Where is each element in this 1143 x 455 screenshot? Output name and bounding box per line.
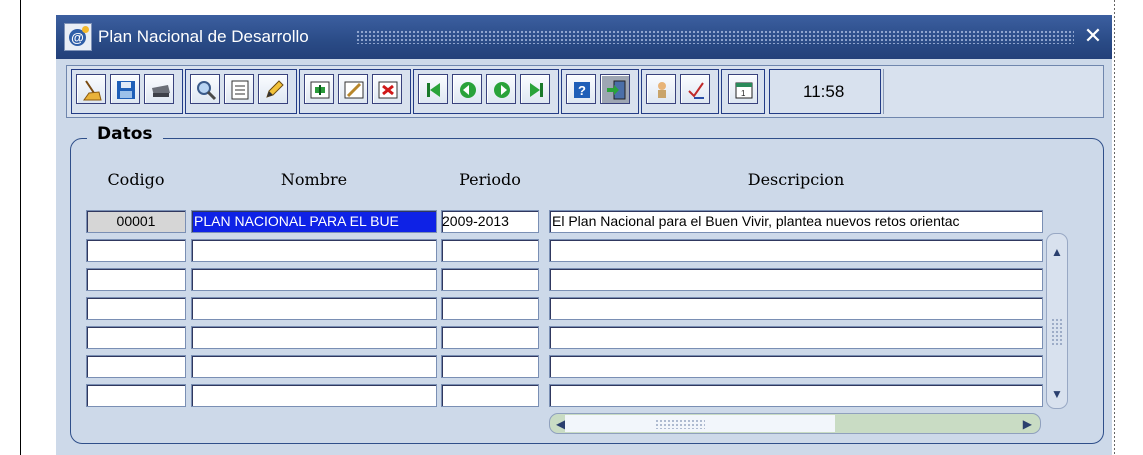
nombre-cell[interactable]	[191, 326, 437, 349]
dotted-divider	[1114, 0, 1115, 455]
descripcion-cell[interactable]	[549, 384, 1043, 407]
descripcion-cell[interactable]	[549, 268, 1043, 291]
person-icon	[658, 82, 666, 98]
last-record-icon	[530, 83, 543, 97]
codigo-cell[interactable]	[86, 355, 186, 378]
scroll-up-icon[interactable]: ▲	[1051, 246, 1063, 258]
edit-button[interactable]	[258, 74, 288, 104]
close-icon[interactable]: ✕	[1080, 23, 1106, 49]
horizontal-scrollbar[interactable]: ◀ ▶	[549, 413, 1041, 434]
clock-time: 11:58	[803, 82, 845, 101]
pencil-icon	[266, 80, 284, 98]
insert-record-button[interactable]	[304, 74, 334, 104]
svg-text:?: ?	[578, 83, 586, 98]
column-header-periodo: Periodo	[459, 170, 521, 189]
nombre-cell[interactable]	[191, 297, 437, 320]
column-header-descripcion: Descripcion	[747, 170, 845, 189]
title-bar[interactable]: @ Plan Nacional de Desarrollo ✕	[56, 15, 1112, 59]
codigo-cell[interactable]	[86, 239, 186, 262]
clear-button[interactable]	[76, 74, 106, 104]
next-record-icon	[494, 82, 510, 98]
codigo-cell[interactable]	[86, 384, 186, 407]
column-header-nombre: Nombre	[280, 170, 348, 189]
last-record-button[interactable]	[520, 74, 550, 104]
toolbar-empty-area	[883, 69, 1101, 114]
window-title: Plan Nacional de Desarrollo	[98, 27, 309, 46]
magnifier-icon	[197, 81, 217, 101]
periodo-cell[interactable]	[441, 268, 539, 291]
insert-record-icon	[310, 81, 330, 99]
periodo-cell[interactable]	[441, 384, 539, 407]
codigo-cell[interactable]	[86, 297, 186, 320]
vertical-scrollbar[interactable]: ▲ ▼	[1046, 233, 1068, 409]
search-button[interactable]	[190, 74, 220, 104]
first-record-button[interactable]	[418, 74, 448, 104]
validate-button[interactable]	[680, 74, 710, 104]
previous-record-button[interactable]	[452, 74, 482, 104]
nombre-cell[interactable]: PLAN NACIONAL PARA EL BUE	[191, 210, 437, 233]
calendar-icon: 1	[735, 82, 753, 99]
column-header-codigo: Codigo	[107, 170, 165, 189]
first-record-icon	[427, 83, 440, 97]
descripcion-cell[interactable]	[549, 239, 1043, 262]
save-icon	[117, 81, 135, 99]
nombre-cell[interactable]	[191, 384, 437, 407]
nombre-cell[interactable]	[191, 239, 437, 262]
scroll-right-icon[interactable]: ▶	[1023, 417, 1032, 431]
calendar-button[interactable]: 1	[728, 74, 758, 104]
codigo-cell[interactable]: 00001	[86, 210, 186, 233]
scroll-grip[interactable]	[1051, 318, 1063, 346]
delete-record-button[interactable]	[372, 74, 402, 104]
printer-icon	[152, 85, 170, 97]
edit-record-button[interactable]	[338, 74, 368, 104]
horizontal-scroll-thumb[interactable]	[565, 415, 835, 432]
save-button[interactable]	[110, 74, 140, 104]
edit-record-icon	[344, 81, 364, 99]
nombre-cell[interactable]	[191, 355, 437, 378]
help-icon: ?	[574, 82, 590, 98]
toolbar: ? 1 11:58	[66, 65, 1104, 118]
list-icon	[231, 80, 249, 100]
next-record-button[interactable]	[486, 74, 516, 104]
periodo-cell[interactable]	[441, 239, 539, 262]
user-button[interactable]	[646, 74, 676, 104]
help-button[interactable]: ?	[566, 74, 596, 104]
list-button[interactable]	[224, 74, 254, 104]
outer-frame-line	[20, 0, 21, 455]
descripcion-cell[interactable]	[549, 297, 1043, 320]
codigo-cell[interactable]	[86, 268, 186, 291]
panel-title: Datos	[87, 124, 163, 144]
periodo-cell[interactable]: 2009-2013	[441, 210, 539, 233]
delete-record-icon	[378, 81, 398, 99]
svg-text:1: 1	[741, 89, 746, 98]
print-button[interactable]	[144, 74, 174, 104]
codigo-cell[interactable]	[86, 326, 186, 349]
nombre-cell[interactable]	[191, 268, 437, 291]
descripcion-cell[interactable]	[549, 355, 1043, 378]
descripcion-cell[interactable]: El Plan Nacional para el Buen Vivir, pla…	[549, 210, 1043, 233]
title-bar-texture	[356, 30, 1074, 44]
clock-display: 11:58	[769, 69, 881, 114]
periodo-cell[interactable]	[441, 297, 539, 320]
periodo-cell[interactable]	[441, 355, 539, 378]
descripcion-cell[interactable]	[549, 326, 1043, 349]
app-icon: @	[64, 23, 92, 51]
check-icon	[688, 82, 704, 99]
scroll-left-icon[interactable]: ◀	[556, 417, 565, 431]
previous-record-icon	[460, 82, 476, 98]
scroll-down-icon[interactable]: ▼	[1051, 388, 1063, 400]
exit-button[interactable]	[600, 74, 630, 104]
periodo-cell[interactable]	[441, 326, 539, 349]
broom-icon	[83, 80, 102, 101]
exit-icon	[607, 80, 626, 100]
